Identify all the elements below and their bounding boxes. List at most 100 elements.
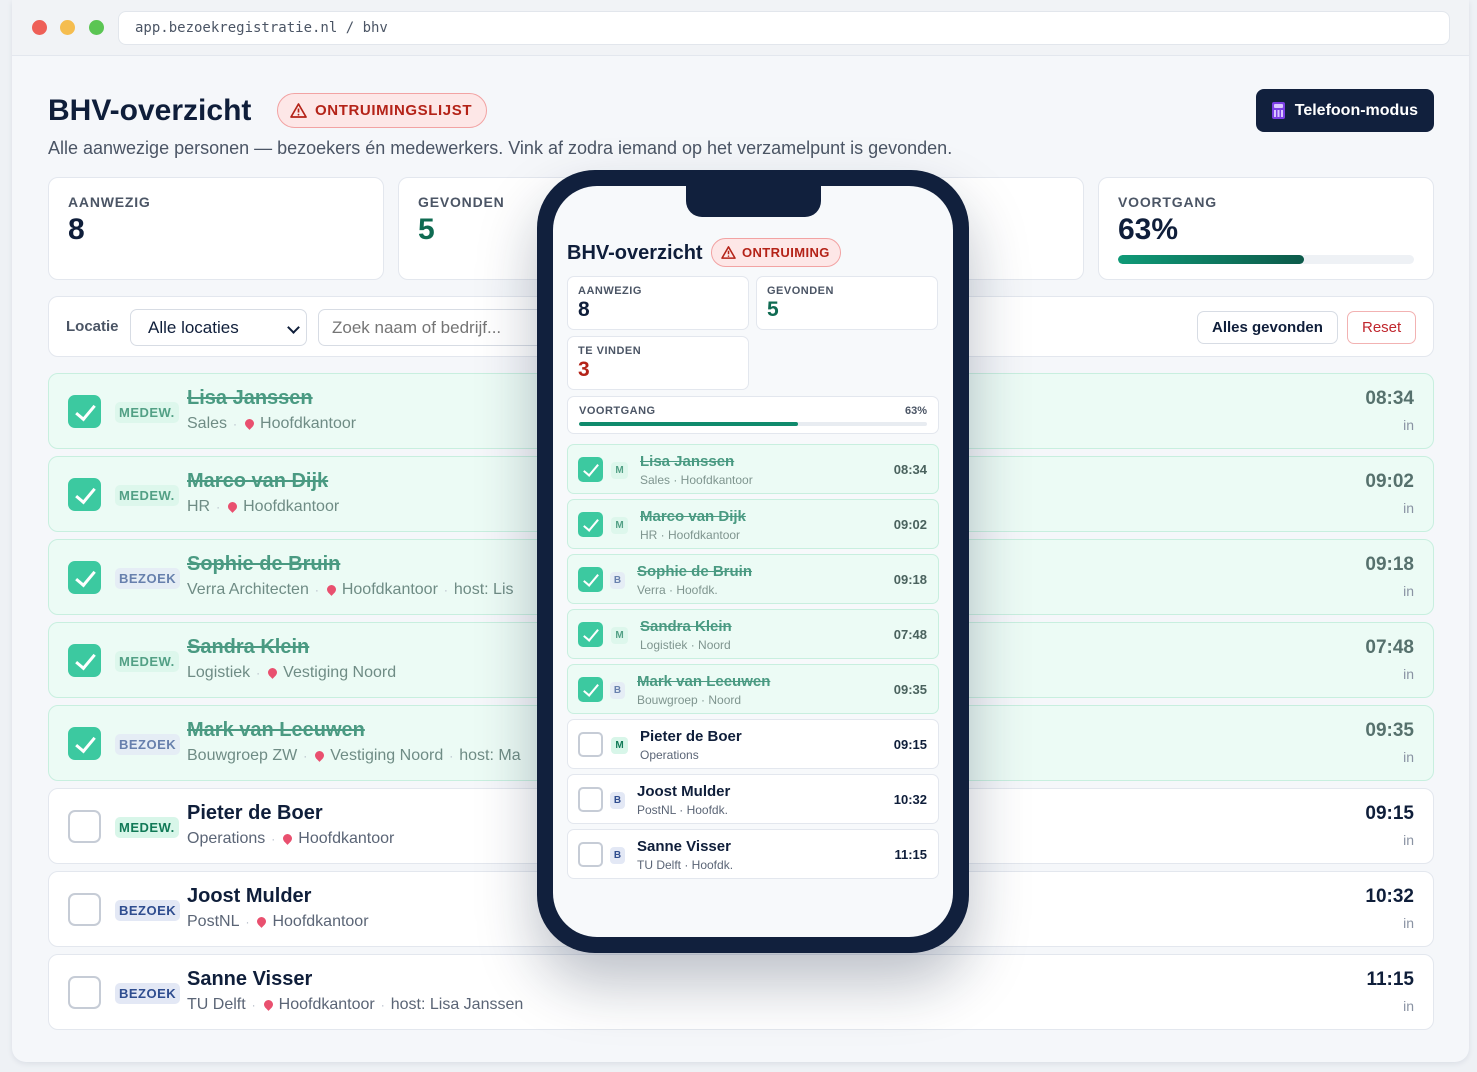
- phone-found-checkbox[interactable]: [578, 677, 603, 702]
- separator: ·: [216, 500, 221, 514]
- stat-present-value: 8: [68, 213, 85, 246]
- phone-person-name: Marco van Dijk: [640, 508, 746, 525]
- minimize-window-button[interactable]: [60, 20, 75, 35]
- phone-person-meta: Logistiek · Noord: [640, 638, 731, 652]
- phone-stat-found: GEVONDEN 5: [756, 276, 938, 330]
- page-title: BHV-overzicht: [48, 94, 252, 127]
- phone-person-meta: Verra · Hoofdk.: [637, 583, 718, 597]
- person-location: Hoofdkantoor: [298, 830, 395, 847]
- found-checkbox[interactable]: [68, 893, 101, 926]
- phone-person-meta: PostNL · Hoofdk.: [637, 803, 728, 817]
- person-org: PostNL: [187, 913, 240, 930]
- phone-found-checkbox[interactable]: [578, 732, 603, 757]
- separator: ·: [256, 666, 261, 680]
- person-org: Sales: [187, 415, 228, 432]
- person-meta: Sales · Hoofdkantoor: [187, 415, 356, 433]
- phone-found-checkbox[interactable]: [578, 842, 603, 867]
- person-type-badge: MEDEW.: [115, 817, 179, 838]
- person-direction: in: [1403, 832, 1414, 848]
- phone-person-time: 10:32: [893, 792, 927, 807]
- phone-person-meta: Operations: [640, 748, 699, 762]
- person-type-badge: MEDEW.: [115, 402, 179, 423]
- stat-progress-value: 63%: [1118, 213, 1179, 246]
- person-location: Hoofdkantoor: [278, 996, 375, 1013]
- phone-found-checkbox[interactable]: [578, 622, 603, 647]
- phone-person-row[interactable]: M Marco van Dijk HR · Hoofdkantoor 09:02: [567, 499, 939, 549]
- phone-person-type-badge: M: [611, 462, 628, 479]
- phone-person-name: Lisa Janssen: [640, 453, 735, 470]
- person-type-badge: BEZOEK: [115, 983, 181, 1004]
- person-org: HR: [187, 498, 211, 515]
- person-location: Hoofdkantoor: [243, 498, 340, 515]
- person-meta: Logistiek · Vestiging Noord: [187, 664, 396, 682]
- phone-person-row[interactable]: B Sophie de Bruin Verra · Hoofdk. 09:18: [567, 554, 939, 604]
- separator: ·: [303, 749, 308, 763]
- phone-person-name: Mark van Leeuwen: [637, 673, 771, 690]
- location-select-value: Alle locaties: [148, 318, 239, 337]
- separator: ·: [233, 417, 238, 431]
- person-row[interactable]: BEZOEK Sanne Visser TU Delft · Hoofdkantoor ·…: [48, 954, 1434, 1030]
- person-meta: TU Delft · Hoofdkantoor · host: Lisa Janssen: [187, 996, 523, 1014]
- reset-button[interactable]: Reset: [1347, 311, 1417, 344]
- phone-person-row[interactable]: M Sandra Klein Logistiek · Noord 07:48: [567, 609, 939, 659]
- maximize-window-button[interactable]: [89, 20, 104, 35]
- phone-person-time: 09:35: [893, 682, 927, 697]
- person-direction: in: [1403, 749, 1414, 765]
- phone-found-checkbox[interactable]: [578, 457, 603, 482]
- phone-person-row[interactable]: B Mark van Leeuwen Bouwgroep · Noord 09:35: [567, 664, 939, 714]
- phone-progress-bar-fill: [579, 422, 799, 426]
- phone-person-type-badge: M: [611, 517, 628, 534]
- person-org: Operations: [187, 830, 266, 847]
- phone-person-name: Sophie de Bruin: [637, 563, 753, 580]
- phone-mode-label: Telefoon-modus: [1294, 101, 1418, 119]
- phone-mode-button[interactable]: Telefoon-modus: [1255, 89, 1434, 132]
- phone-found-checkbox[interactable]: [578, 567, 603, 592]
- location-select[interactable]: Alle locaties: [130, 309, 307, 346]
- progress-bar-fill: [1118, 255, 1305, 264]
- titlebar: app.bezoekregistratie.nl / bhv: [12, 0, 1469, 56]
- address-bar[interactable]: app.bezoekregistratie.nl / bhv: [118, 11, 1450, 45]
- found-checkbox[interactable]: [68, 810, 101, 843]
- person-direction: in: [1403, 915, 1414, 931]
- phone-stat-present: AANWEZIG 8: [567, 276, 749, 330]
- person-host: host: Lis: [453, 581, 514, 598]
- found-checkbox[interactable]: [68, 644, 101, 677]
- person-time: 11:15: [1366, 969, 1414, 990]
- person-time: 09:02: [1365, 471, 1414, 492]
- phone-person-row[interactable]: B Sanne Visser TU Delft · Hoofdk. 11:15: [567, 829, 939, 879]
- found-checkbox[interactable]: [68, 727, 101, 760]
- separator: ·: [380, 998, 385, 1012]
- person-direction: in: [1403, 666, 1414, 682]
- close-window-button[interactable]: [32, 20, 47, 35]
- location-filter-label: Locatie: [66, 318, 119, 335]
- location-pin-icon: [255, 914, 269, 928]
- person-type-badge: BEZOEK: [115, 568, 181, 589]
- found-checkbox[interactable]: [68, 976, 101, 1009]
- all-found-button[interactable]: Alles gevonden: [1197, 311, 1338, 344]
- person-time: 10:32: [1365, 886, 1414, 907]
- phone-stat-found-label: GEVONDEN: [767, 285, 834, 297]
- phone-person-row[interactable]: B Joost Mulder PostNL · Hoofdk. 10:32: [567, 774, 939, 824]
- phone-badge-label: ONTRUIMING: [742, 245, 830, 260]
- phone-stat-to-find: TE VINDEN 3: [567, 336, 749, 390]
- phone-stat-present-value: 8: [578, 298, 590, 321]
- person-name: Pieter de Boer: [187, 802, 323, 824]
- phone-found-checkbox[interactable]: [578, 787, 603, 812]
- location-pin-icon: [261, 997, 275, 1011]
- phone-evacuation-badge: ONTRUIMING: [711, 238, 841, 267]
- phone-person-meta: HR · Hoofdkantoor: [640, 528, 741, 542]
- phone-person-row[interactable]: M Lisa Janssen Sales · Hoofdkantoor 08:34: [567, 444, 939, 494]
- found-checkbox[interactable]: [68, 395, 101, 428]
- evacuation-badge: ONTRUIMINGSLIJST: [277, 93, 488, 128]
- phone-found-checkbox[interactable]: [578, 512, 603, 537]
- phone-person-row[interactable]: M Pieter de Boer Operations 09:15: [567, 719, 939, 769]
- phone-person-name: Pieter de Boer: [640, 728, 742, 745]
- phone-person-time: 11:15: [894, 847, 927, 862]
- person-location: Hoofdkantoor: [341, 581, 438, 598]
- found-checkbox[interactable]: [68, 478, 101, 511]
- phone-notch: [686, 186, 821, 217]
- phone-person-type-badge: M: [611, 627, 628, 644]
- warning-icon: [290, 103, 307, 118]
- location-pin-icon: [324, 582, 338, 596]
- found-checkbox[interactable]: [68, 561, 101, 594]
